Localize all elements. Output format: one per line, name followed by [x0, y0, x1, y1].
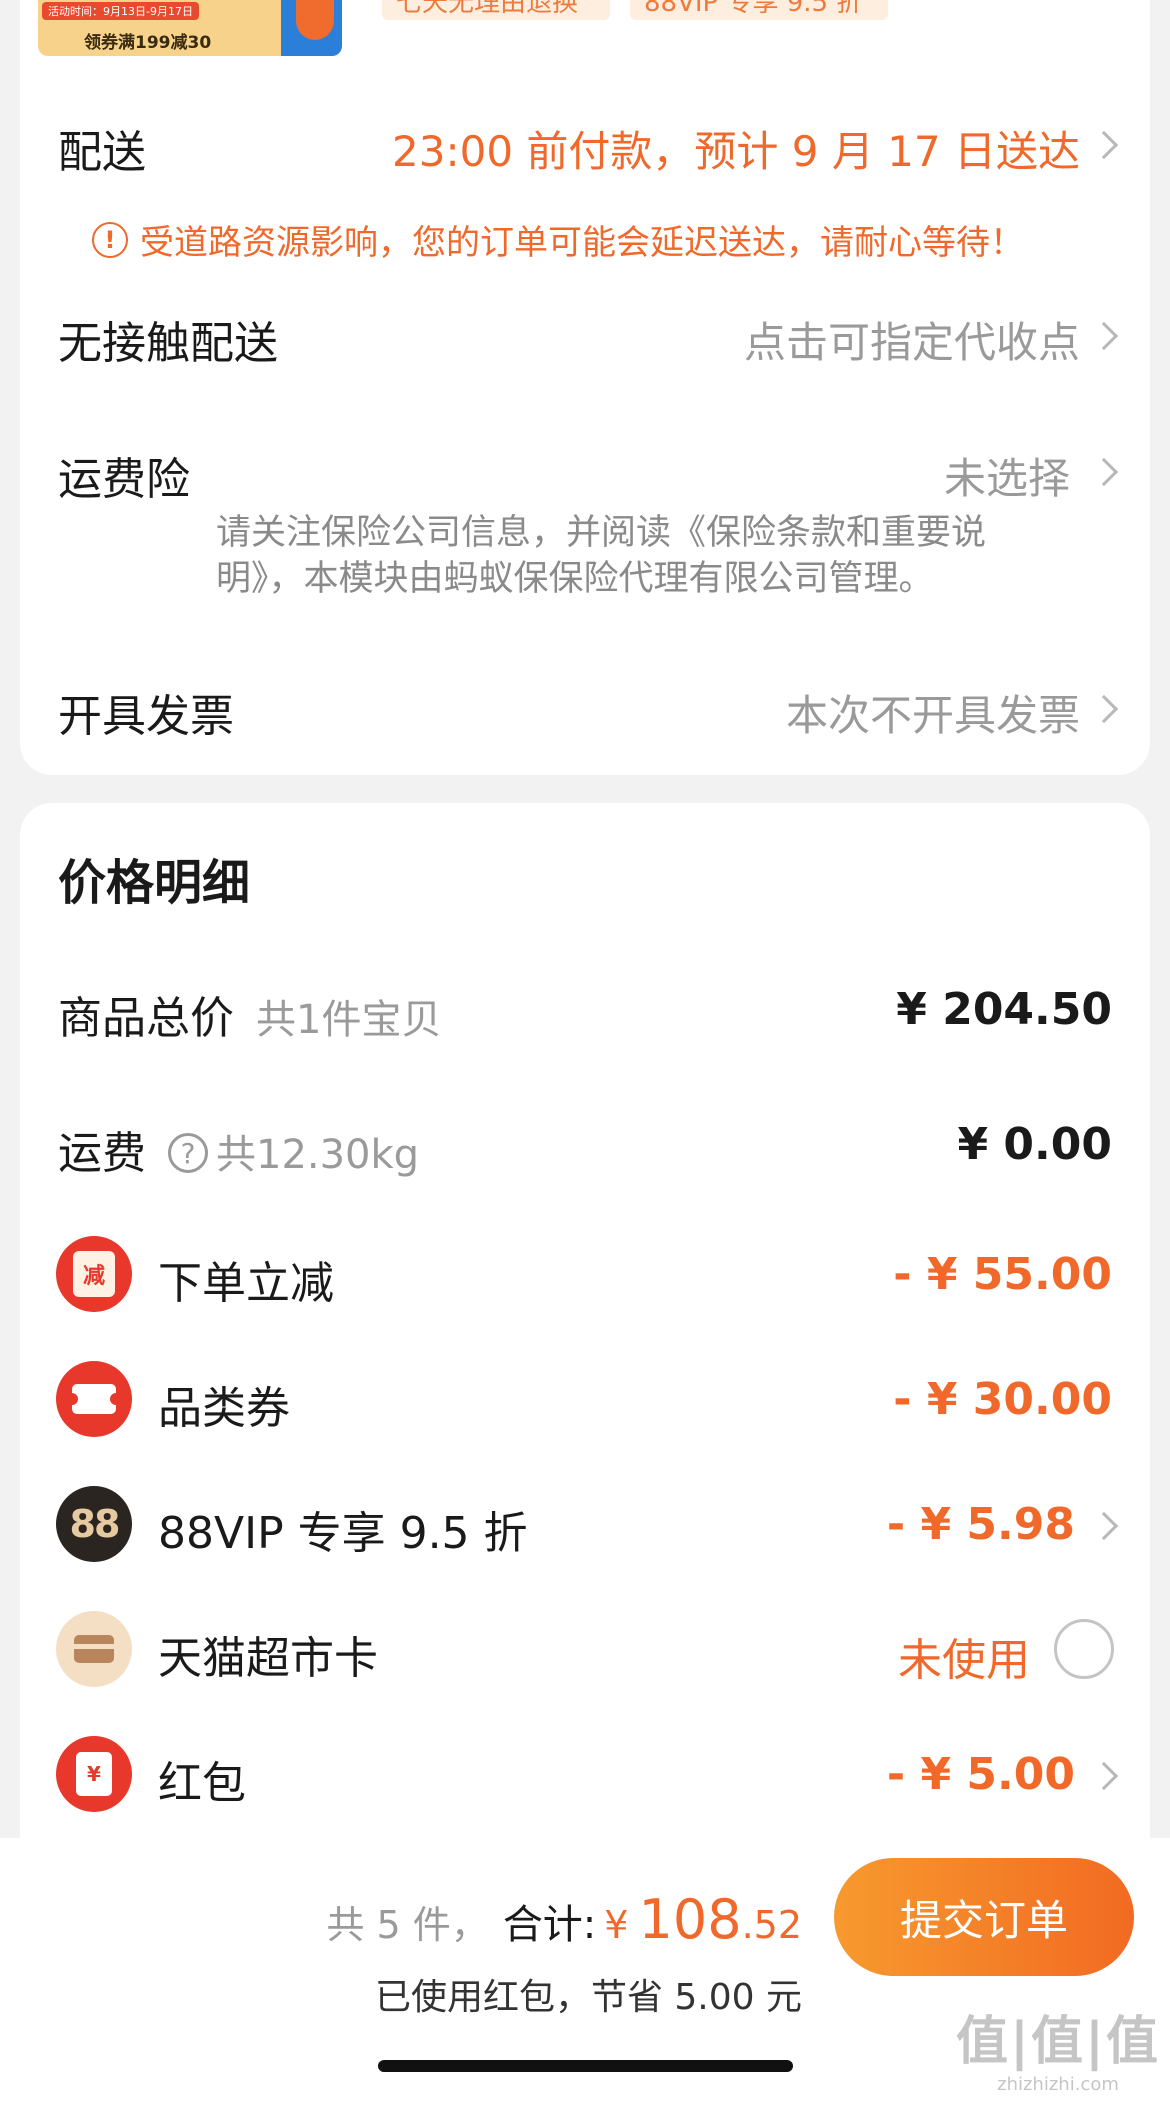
promo-figure-icon — [296, 0, 334, 40]
site-watermark: 值|值|值 zhizhizhi.com — [956, 2012, 1160, 2095]
discount-amount: - ¥ 5.00 — [886, 1749, 1075, 1800]
red-packet-icon: ¥ — [56, 1736, 132, 1812]
home-indicator — [378, 2060, 793, 2072]
return-policy-tag: 七天无理由退换 — [382, 0, 610, 20]
discount-amount: - ¥ 55.00 — [893, 1249, 1112, 1300]
coupon-icon — [56, 1361, 132, 1437]
total-label: 合计: — [502, 1902, 597, 1948]
promo-banner-image[interactable]: 活动时间：9月13日-9月17日 领券满199减30 — [38, 0, 342, 56]
item-count: 共 5 件， — [326, 1903, 489, 1947]
vip88-icon: 88 — [56, 1486, 132, 1562]
saved-amount: 已使用红包，节省 5.00 元 — [374, 1977, 802, 2018]
currency-symbol: ¥ — [604, 1903, 629, 1947]
discount-amount: - ¥ 5.98 — [886, 1499, 1075, 1550]
discount-label: 品类券 — [158, 1383, 290, 1434]
card-status: 未使用 — [898, 1635, 1030, 1686]
total-integer: 108 — [638, 1888, 742, 1951]
freight-amount: ¥ 0.00 — [957, 1119, 1113, 1170]
delivery-value: 23:00 前付款，预计 9 月 17 日送达 — [392, 127, 1080, 176]
freight-label: 运费? 共12.30kg — [58, 1128, 420, 1179]
discount-label: 红包 — [158, 1758, 246, 1809]
discount-label: 下单立减 — [158, 1258, 334, 1309]
reduce-icon: 减 — [56, 1236, 132, 1312]
goods-total-amount: ¥ 204.50 — [896, 984, 1112, 1035]
insurance-description: 请关注保险公司信息，并阅读《保险条款和重要说明》，本模块由蚂蚁保保险代理有限公司… — [216, 513, 987, 599]
price-detail-title: 价格明细 — [58, 855, 251, 911]
goods-count: 共1件宝贝 — [256, 997, 442, 1043]
promo-coupon-text: 领券满199减30 — [84, 33, 212, 53]
order-total: 共 5 件， 合计: ¥ 108 .52 — [326, 1888, 802, 1951]
submit-order-button[interactable]: 提交订单 — [834, 1858, 1134, 1976]
vip-discount-tag: 88VIP 专享 9.5 折 — [630, 0, 888, 20]
supermarket-card-radio[interactable] — [1054, 1619, 1114, 1679]
delivery-label: 配送 — [58, 127, 146, 178]
supermarket-card-icon — [56, 1611, 132, 1687]
order-options-card — [20, 0, 1150, 775]
help-icon[interactable]: ? — [168, 1133, 208, 1173]
invoice-label: 开具发票 — [58, 691, 234, 742]
freight-weight: 共12.30kg — [216, 1132, 420, 1178]
shipping-insurance-label: 运费险 — [58, 454, 190, 505]
promo-activity-time: 活动时间：9月13日-9月17日 — [42, 2, 199, 20]
goods-total-label: 商品总价 共1件宝贝 — [58, 993, 442, 1044]
discount-amount: - ¥ 30.00 — [893, 1374, 1112, 1425]
total-decimal: .52 — [741, 1903, 802, 1947]
delivery-delay-notice: ! 受道路资源影响，您的订单可能会延迟送达，请耐心等待！ — [92, 215, 1024, 264]
discount-label: 天猫超市卡 — [158, 1633, 378, 1684]
delivery-notice-text: 受道路资源影响，您的订单可能会延迟送达，请耐心等待！ — [140, 223, 1024, 263]
shipping-insurance-value: 未选择 — [943, 454, 1070, 503]
contactless-label: 无接触配送 — [58, 318, 278, 369]
invoice-value: 本次不开具发票 — [785, 691, 1080, 740]
warning-icon: ! — [92, 221, 128, 258]
discount-label: 88VIP 专享 9.5 折 — [158, 1508, 528, 1559]
contactless-value: 点击可指定代收点 — [743, 318, 1080, 367]
